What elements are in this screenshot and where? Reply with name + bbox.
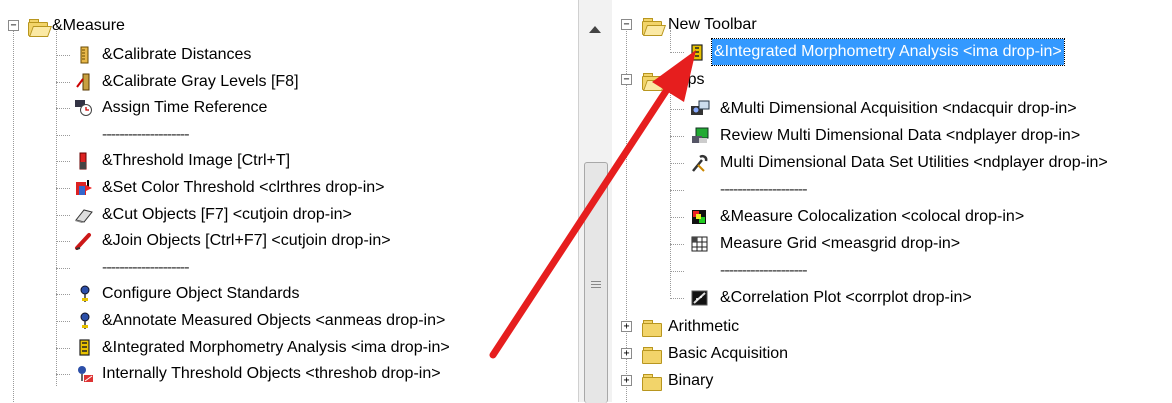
open-folder-icon	[28, 18, 53, 37]
separator-label: --------------------	[102, 125, 190, 143]
grip-icon	[591, 281, 601, 290]
tree-line	[56, 214, 70, 216]
clock-reference-icon	[74, 99, 92, 117]
pencil-icon	[74, 232, 92, 251]
morphometry-icon	[688, 44, 706, 61]
tree-line	[56, 294, 70, 296]
scroll-up-icon[interactable]	[589, 26, 601, 33]
collapse-icon[interactable]: −	[8, 20, 19, 31]
tree-item-label: Multi Dimensional Data Set Utilities <nd…	[720, 154, 1108, 171]
tree-line	[670, 136, 684, 137]
tree-line	[670, 163, 684, 164]
tree-item-label: Assign Time Reference	[102, 99, 268, 117]
tree-item-label: Measure Grid <measgrid drop-in>	[720, 235, 961, 252]
tree-line	[56, 26, 57, 386]
tree-node-label: &Measure	[52, 17, 125, 34]
tree-item-label: Review Multi Dimensional Data <ndplayer …	[720, 127, 1081, 144]
tree-line	[13, 22, 14, 402]
tree-line	[670, 109, 684, 110]
tree-item-label: &Set Color Threshold <clrthres drop-in>	[102, 179, 385, 196]
tree-line	[56, 267, 70, 269]
ruler-calibrate-icon	[74, 46, 92, 64]
pushpin-icon	[74, 312, 92, 329]
folder-icon	[642, 319, 662, 337]
grid-icon	[690, 235, 708, 252]
separator-label: --------------------	[720, 181, 808, 198]
tree-item-label: &Cut Objects [F7] <cutjoin drop-in>	[102, 205, 352, 223]
camera-acquisition-icon	[690, 100, 710, 116]
expand-icon[interactable]: +	[621, 348, 632, 359]
tree-line	[670, 298, 684, 299]
tools-icon	[690, 154, 708, 172]
tree-node-label: Binary	[668, 372, 714, 389]
tree-node-label: New Toolbar	[668, 16, 757, 33]
tree-line	[670, 217, 684, 218]
tree-line	[670, 52, 684, 53]
tree-line	[56, 55, 70, 56]
separator-label: --------------------	[102, 258, 190, 276]
colocalization-icon	[690, 208, 708, 224]
tree-node-label: Apps	[668, 71, 705, 88]
tree-item-label: &Multi Dimensional Acquisition <ndacquir…	[720, 100, 1077, 117]
color-threshold-icon	[74, 179, 92, 195]
tree-line	[56, 374, 70, 376]
tree-item-label: &Annotate Measured Objects <anmeas drop-…	[102, 312, 446, 329]
expand-icon[interactable]: +	[621, 321, 632, 332]
folder-icon	[642, 346, 662, 364]
tree-line	[670, 244, 684, 245]
expand-icon[interactable]: +	[621, 375, 632, 386]
tree-line	[56, 81, 70, 83]
tree-item-label: &Calibrate Gray Levels [F8]	[102, 72, 299, 90]
pushpin-icon	[74, 285, 92, 303]
tree-line	[56, 188, 70, 189]
tree-item-label: &Integrated Morphometry Analysis <ima dr…	[711, 38, 1065, 66]
scroll-thumb[interactable]	[584, 162, 608, 403]
tree-item-label: &Threshold Image [Ctrl+T]	[102, 152, 291, 170]
tree-node-label: Arithmetic	[668, 318, 740, 335]
tree-item-label: Internally Threshold Objects <threshob d…	[102, 365, 441, 383]
tree-node-label: Basic Acquisition	[668, 345, 789, 362]
tree-line	[56, 134, 70, 136]
left-command-tree[interactable]: − &Measure &Calibrate Distances &Calibrat…	[0, 0, 578, 402]
tree-line	[56, 161, 70, 163]
tree-line	[670, 271, 684, 272]
tree-line	[56, 321, 70, 322]
threshold-objects-icon	[74, 365, 93, 383]
eraser-icon	[74, 206, 93, 223]
tree-item-label: &Correlation Plot <corrplot drop-in>	[720, 289, 972, 306]
viewer-icon	[690, 127, 709, 143]
tree-item-label: &Calibrate Distances	[102, 46, 252, 63]
vertical-scrollbar[interactable]	[578, 0, 614, 403]
tree-item-label: &Integrated Morphometry Analysis <ima dr…	[102, 338, 450, 356]
correlation-plot-icon	[690, 289, 708, 306]
separator-label: --------------------	[720, 262, 808, 279]
threshold-icon	[74, 152, 92, 170]
open-folder-icon	[642, 17, 667, 36]
collapse-icon[interactable]: −	[621, 19, 632, 30]
tree-line	[670, 190, 684, 191]
tree-line	[670, 90, 671, 296]
morphometry-icon	[74, 338, 92, 356]
tree-line	[56, 347, 70, 349]
right-toolbar-tree[interactable]: − New Toolbar &Integrated Morphometry An…	[612, 0, 1172, 402]
open-folder-icon	[642, 72, 667, 91]
collapse-icon[interactable]: −	[621, 74, 632, 85]
tree-line	[56, 108, 70, 110]
gray-calibrate-icon	[74, 73, 92, 91]
tree-item-label: &Join Objects [Ctrl+F7] <cutjoin drop-in…	[102, 232, 391, 250]
folder-icon	[642, 373, 662, 391]
tree-item-label: &Measure Colocalization <colocal drop-in…	[720, 208, 1025, 225]
tree-item-label: Configure Object Standards	[102, 285, 300, 303]
tree-line	[56, 241, 70, 243]
